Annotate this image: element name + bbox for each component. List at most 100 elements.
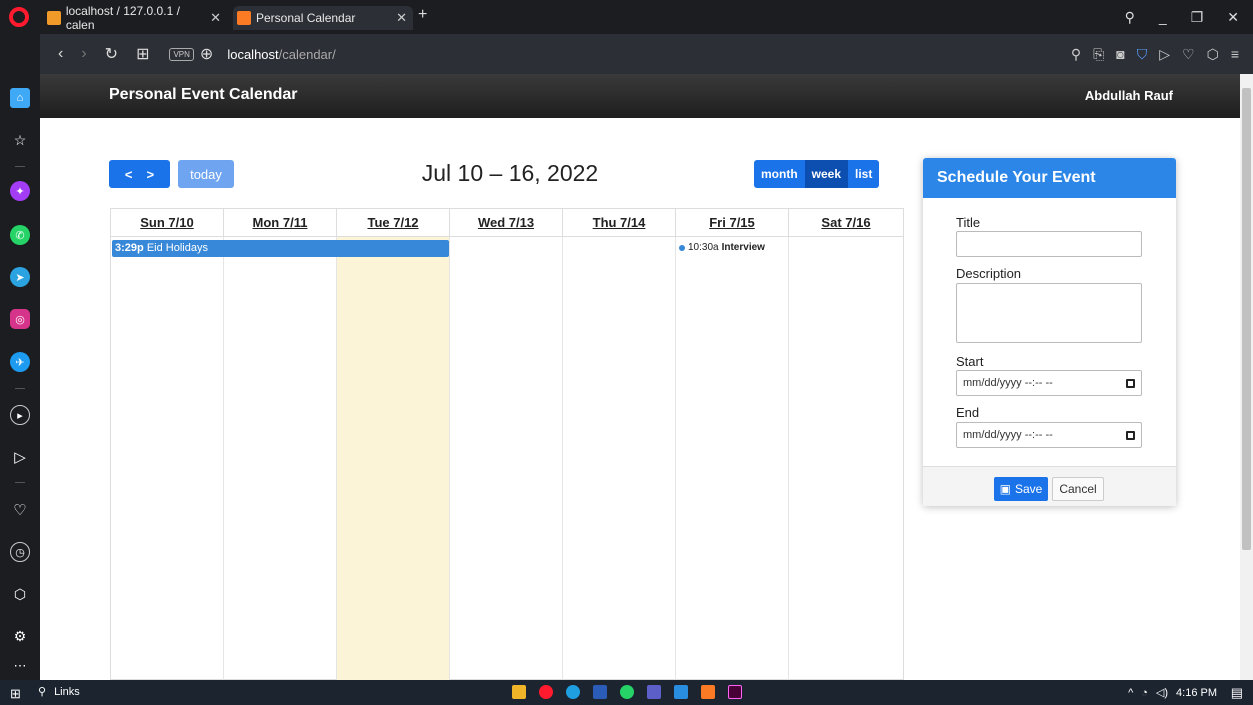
tab-title: localhost / 127.0.0.1 / calen xyxy=(65,4,180,32)
wifi-icon[interactable]: ◔ xyxy=(1141,687,1148,699)
volume-icon[interactable]: ◁) xyxy=(1156,686,1168,699)
back-icon[interactable]: ‹ xyxy=(58,45,63,63)
clock-time[interactable]: 4:16 PM xyxy=(1176,687,1217,699)
menu-icon[interactable]: ≡ xyxy=(1231,46,1239,63)
day-cell[interactable] xyxy=(111,237,224,680)
end-datetime-input[interactable]: mm/dd/yyyy --:-- -- xyxy=(956,422,1142,448)
day-cell[interactable] xyxy=(676,237,789,680)
history-icon[interactable]: ◷ xyxy=(10,542,30,562)
globe-icon: ⊕ xyxy=(199,46,214,63)
telegram-icon[interactable]: ➤ xyxy=(10,267,30,287)
play-icon[interactable]: ▷ xyxy=(1159,46,1170,63)
day-header[interactable]: Thu 7/14 xyxy=(563,209,676,237)
end-label: End xyxy=(956,405,980,420)
instagram-icon[interactable]: ◎ xyxy=(10,309,30,329)
opera-logo-icon[interactable] xyxy=(9,7,29,27)
windows-start-icon[interactable]: ⊞ xyxy=(10,686,21,702)
heart-icon[interactable]: ♡ xyxy=(1182,46,1195,63)
settings-icon[interactable]: ⚙ xyxy=(10,626,30,646)
dreamweaver-icon[interactable] xyxy=(728,685,742,699)
calendar-icon[interactable] xyxy=(1126,378,1135,388)
taskbar-search-label: Links xyxy=(54,685,80,698)
browser-tab-calendar[interactable]: Personal Calendar ✕ xyxy=(233,6,413,30)
extensions-icon[interactable]: ⬡ xyxy=(10,584,30,604)
day-header[interactable]: Wed 7/13 xyxy=(450,209,563,237)
chevron-up-icon[interactable]: ^ xyxy=(1128,687,1133,699)
start-datetime-input[interactable]: mm/dd/yyyy --:-- -- xyxy=(956,370,1142,396)
star-icon[interactable]: ☆ xyxy=(10,130,30,150)
browser-tab-phpmyadmin[interactable]: localhost / 127.0.0.1 / calen ✕ xyxy=(47,4,227,32)
day-cell[interactable] xyxy=(224,237,337,680)
teams-icon[interactable] xyxy=(647,685,661,699)
close-tab-icon[interactable]: ✕ xyxy=(210,10,221,26)
save-button[interactable]: ▣ Save xyxy=(994,477,1048,501)
cube-icon[interactable]: ⬡ xyxy=(1207,46,1219,63)
shield-icon[interactable]: ⛉ xyxy=(1137,46,1148,63)
view-month-button[interactable]: month xyxy=(754,160,805,188)
today-button[interactable]: today xyxy=(178,160,234,188)
file-explorer-icon[interactable] xyxy=(512,685,526,699)
reload-icon[interactable]: ↻ xyxy=(105,44,118,64)
close-tab-icon[interactable]: ✕ xyxy=(396,10,407,26)
word-icon[interactable] xyxy=(593,685,607,699)
description-textarea[interactable] xyxy=(956,283,1142,343)
close-window-icon[interactable]: ✕ xyxy=(1227,9,1239,26)
snapshot-icon[interactable]: ⎘ xyxy=(1093,46,1104,63)
flow-icon[interactable]: ▷ xyxy=(10,447,30,467)
prev-button[interactable]: < xyxy=(125,167,133,182)
schedule-event-panel: Schedule Your Event Title Description St… xyxy=(923,158,1176,506)
messenger-icon[interactable]: ✦ xyxy=(10,181,30,201)
day-header[interactable]: Tue 7/12 xyxy=(337,209,450,237)
day-cell[interactable] xyxy=(450,237,563,680)
day-header[interactable]: Mon 7/11 xyxy=(224,209,337,237)
title-input[interactable] xyxy=(956,231,1142,257)
heart-icon[interactable]: ♡ xyxy=(10,500,30,520)
event-interview[interactable]: 10:30a Interview xyxy=(679,242,765,253)
end-placeholder: mm/dd/yyyy --:-- -- xyxy=(963,429,1053,441)
xampp-icon[interactable] xyxy=(701,685,715,699)
search-icon[interactable]: ⚲ xyxy=(1071,46,1081,63)
day-header[interactable]: Sun 7/10 xyxy=(111,209,224,237)
snap-icon[interactable]: ❐ xyxy=(1191,9,1204,26)
week-grid: Sun 7/10 Mon 7/11 Tue 7/12 Wed 7/13 Thu … xyxy=(110,208,904,680)
camera-icon[interactable]: ◙ xyxy=(1116,46,1124,63)
vpn-badge[interactable]: VPN xyxy=(169,47,194,61)
taskbar-search[interactable]: ⚲ Links xyxy=(38,685,80,699)
view-list-button[interactable]: list xyxy=(848,160,880,188)
day-cell[interactable] xyxy=(563,237,676,680)
app-header: Personal Event Calendar Abdullah Rauf xyxy=(40,74,1240,118)
forward-icon[interactable]: › xyxy=(81,45,86,63)
search-icon[interactable]: ⚲ xyxy=(1125,9,1135,26)
app-title: Personal Event Calendar xyxy=(109,86,298,103)
sidebar-divider xyxy=(15,388,25,389)
cancel-button[interactable]: Cancel xyxy=(1052,477,1104,501)
address-bar-actions: ⚲ ⎘ ◙ ⛉ ▷ ♡ ⬡ ≡ xyxy=(1071,46,1253,63)
page-scrollbar[interactable] xyxy=(1240,74,1253,680)
opera-icon[interactable] xyxy=(539,685,553,699)
new-tab-icon[interactable]: + xyxy=(418,6,427,24)
day-cell[interactable] xyxy=(789,237,903,680)
edge-icon[interactable] xyxy=(566,685,580,699)
next-button[interactable]: > xyxy=(147,167,155,182)
day-header[interactable]: Sat 7/16 xyxy=(789,209,903,237)
whatsapp-icon[interactable]: ✆ xyxy=(10,225,30,245)
speed-dial-icon[interactable]: ⊞ xyxy=(136,44,149,64)
view-week-button[interactable]: week xyxy=(804,160,849,188)
calendar-icon[interactable] xyxy=(1126,430,1135,440)
url-field[interactable]: localhost/calendar/ xyxy=(227,47,335,62)
vscode-icon[interactable] xyxy=(674,685,688,699)
scrollbar-thumb[interactable] xyxy=(1242,88,1251,550)
minimize-icon[interactable]: _ xyxy=(1159,9,1167,25)
more-icon[interactable]: ⋯ xyxy=(10,656,30,676)
player-icon[interactable]: ▸ xyxy=(10,405,30,425)
taskbar-apps xyxy=(512,685,742,699)
notification-icon[interactable]: ▤ xyxy=(1231,685,1243,701)
user-name[interactable]: Abdullah Rauf xyxy=(1085,88,1173,103)
event-eid-holidays[interactable]: 3:29p Eid Holidays xyxy=(112,240,449,257)
day-cell-today[interactable] xyxy=(337,237,450,680)
workspace-icon[interactable]: ⌂ xyxy=(10,88,30,108)
event-time: 10:30a xyxy=(688,242,719,253)
whatsapp-icon[interactable] xyxy=(620,685,634,699)
twitter-icon[interactable]: ✈ xyxy=(10,352,30,372)
day-header[interactable]: Fri 7/15 xyxy=(676,209,789,237)
